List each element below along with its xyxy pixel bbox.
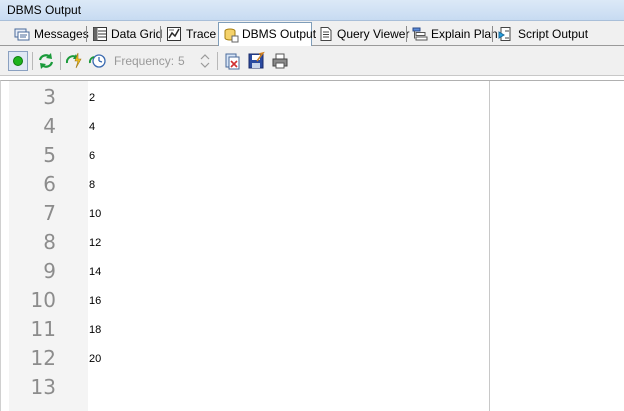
tab-dbms-output[interactable]: DBMS Output	[218, 22, 316, 46]
save-icon	[248, 51, 265, 69]
clear-output-button[interactable]	[222, 51, 242, 71]
explain-plan-icon	[412, 27, 428, 41]
line-text[interactable]: 18	[89, 321, 101, 339]
refresh-icon	[38, 53, 54, 69]
panel-title: DBMS Output	[0, 0, 624, 21]
script-output-icon	[498, 27, 511, 41]
line-number: 9	[43, 259, 56, 283]
line-number: 5	[43, 143, 56, 167]
line-text[interactable]: 14	[89, 263, 101, 281]
auto-poll-icon	[65, 52, 82, 69]
tab-label: Trace	[186, 27, 217, 41]
output-line: 7 10	[1, 199, 489, 228]
tab-trace[interactable]: Trace	[164, 23, 216, 45]
trace-icon	[167, 27, 181, 41]
line-number: 3	[43, 85, 56, 109]
tab-explain-plan[interactable]: Explain Plan	[410, 23, 498, 45]
line-number: 10	[30, 288, 56, 312]
messages-icon	[14, 28, 30, 41]
output-line: 5 6	[1, 141, 489, 170]
line-number: 6	[43, 172, 56, 196]
dbms-output-editor[interactable]: 3 2 4 4 5 6 6 8 7 10 8 12 9 14 10 16 11 …	[0, 80, 624, 411]
dbms-output-icon	[224, 28, 239, 43]
output-line: 9 14	[1, 257, 489, 286]
line-number: 7	[43, 201, 56, 225]
tab-bar: Messages Data Grid Trace DBMS Output Que…	[0, 21, 624, 46]
output-line: 4 4	[1, 112, 489, 141]
right-margin-line	[489, 81, 490, 411]
print-icon	[272, 53, 288, 69]
line-text[interactable]: 10	[89, 205, 101, 223]
line-number: 12	[30, 346, 56, 370]
clear-icon	[225, 53, 240, 70]
output-line: 12 20	[1, 344, 489, 373]
query-viewer-icon	[320, 27, 332, 41]
line-text[interactable]: 16	[89, 292, 101, 310]
line-text[interactable]: 12	[89, 234, 101, 252]
tab-label: Query Viewer	[337, 27, 410, 41]
enable-output-button[interactable]	[8, 51, 28, 71]
tab-label: Script Output	[518, 27, 589, 41]
line-number: 8	[43, 230, 56, 254]
output-line: 10 16	[1, 286, 489, 315]
line-text[interactable]: 2	[89, 89, 95, 107]
save-output-button[interactable]	[246, 51, 266, 71]
line-number: 4	[43, 114, 56, 138]
auto-poll-button[interactable]	[64, 51, 84, 71]
panel-title-text: DBMS Output	[7, 3, 82, 17]
line-text[interactable]: 8	[89, 176, 95, 194]
frequency-label: Frequency:	[114, 54, 175, 68]
line-text[interactable]: 4	[89, 118, 95, 136]
output-line: 11 18	[1, 315, 489, 344]
green-circle-icon	[13, 56, 23, 66]
output-line: 13	[1, 373, 489, 402]
tab-query-viewer[interactable]: Query Viewer	[316, 23, 409, 45]
line-number: 11	[30, 317, 56, 341]
line-text[interactable]: 6	[89, 147, 95, 165]
output-line: 6 8	[1, 170, 489, 199]
tab-label: Data Grid	[111, 27, 163, 41]
print-output-button[interactable]	[270, 51, 290, 71]
tab-script-output[interactable]: Script Output	[496, 23, 588, 45]
data-grid-icon	[93, 27, 107, 41]
tab-label: Explain Plan	[431, 27, 498, 41]
tab-data-grid[interactable]: Data Grid	[90, 23, 163, 45]
output-line: 3 2	[1, 83, 489, 112]
spinner-arrows-icon	[200, 54, 210, 68]
refresh-button[interactable]	[36, 51, 56, 71]
tab-label: Messages	[34, 27, 89, 41]
frequency-value[interactable]: 5	[178, 53, 185, 69]
output-line: 8 12	[1, 228, 489, 257]
output-toolbar: Frequency: 5	[0, 46, 624, 76]
clock-refresh-icon	[89, 54, 106, 68]
tab-messages[interactable]: Messages	[12, 23, 89, 45]
line-number: 13	[30, 375, 56, 399]
line-text[interactable]: 20	[89, 350, 101, 368]
tab-label: DBMS Output	[242, 27, 317, 41]
frequency-spinner[interactable]	[198, 52, 212, 70]
timed-poll-button[interactable]	[88, 51, 108, 71]
